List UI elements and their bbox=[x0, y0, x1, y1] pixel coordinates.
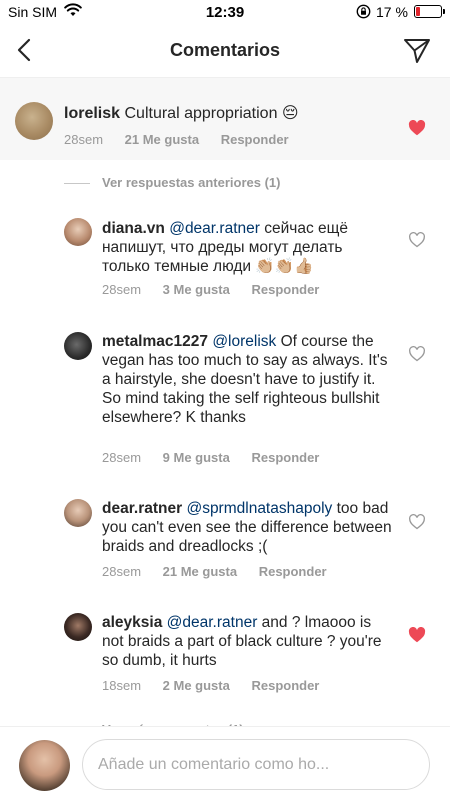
reply-button[interactable]: Responder bbox=[251, 282, 319, 297]
avatar[interactable] bbox=[64, 218, 92, 246]
divider bbox=[64, 183, 90, 185]
status-bar: Sin SIM 12:39 17 % bbox=[0, 0, 450, 24]
main-comment: lorelisk Cultural appropriation 😔 28sem … bbox=[0, 78, 450, 160]
reply-text: aleyksia @dear.ratner and ? lmaooo is no… bbox=[102, 613, 392, 670]
comment-meta: 28sem 21 Me gusta Responder bbox=[64, 132, 307, 147]
reply-time: 28sem bbox=[102, 564, 142, 579]
paper-plane-icon[interactable] bbox=[402, 36, 432, 66]
view-previous-label: Ver respuestas anteriores (1) bbox=[102, 175, 281, 190]
reply-mention[interactable]: @dear.ratner bbox=[169, 220, 260, 237]
reply-likes[interactable]: 3 Me gusta bbox=[163, 282, 230, 297]
comment-likes[interactable]: 21 Me gusta bbox=[125, 132, 199, 147]
reply-button[interactable]: Responder bbox=[221, 132, 289, 147]
reply-text: dear.ratner @sprmdlnatashapoly too bad y… bbox=[102, 499, 392, 556]
avatar[interactable] bbox=[64, 332, 92, 360]
comment-time: 28sem bbox=[64, 132, 104, 147]
battery-percent: 17 % bbox=[376, 4, 408, 20]
comment-emoji: 😔 bbox=[281, 105, 299, 122]
reply-mention[interactable]: @sprmdlnatashapoly bbox=[186, 500, 332, 517]
reply-meta: 28sem 3 Me gusta Responder bbox=[102, 282, 337, 297]
rotation-lock-icon bbox=[356, 4, 371, 22]
reply-meta: 28sem 9 Me gusta Responder bbox=[102, 450, 337, 465]
heart-outline-icon[interactable] bbox=[408, 514, 426, 530]
reply-username[interactable]: metalmac1227 bbox=[102, 333, 208, 350]
comment-composer bbox=[0, 726, 450, 800]
reply-meta: 18sem 2 Me gusta Responder bbox=[102, 678, 337, 693]
avatar[interactable] bbox=[64, 499, 92, 527]
reply-mention[interactable]: @lorelisk bbox=[212, 333, 276, 350]
reply-likes[interactable]: 9 Me gusta bbox=[163, 450, 230, 465]
reply-text: diana.vn @dear.ratner сейчас ещё напишут… bbox=[102, 219, 392, 276]
reply-likes[interactable]: 21 Me gusta bbox=[163, 564, 237, 579]
comment-username[interactable]: lorelisk bbox=[64, 105, 120, 122]
reply-username[interactable]: dear.ratner bbox=[102, 500, 182, 517]
comment-body: Cultural appropriation bbox=[124, 105, 278, 122]
reply-button[interactable]: Responder bbox=[251, 678, 319, 693]
reply-username[interactable]: aleyksia bbox=[102, 614, 162, 631]
list-item: dear.ratner @sprmdlnatashapoly too bad y… bbox=[0, 496, 450, 586]
reply-button[interactable]: Responder bbox=[251, 450, 319, 465]
reply-username[interactable]: diana.vn bbox=[102, 220, 165, 237]
reply-button[interactable]: Responder bbox=[259, 564, 327, 579]
avatar[interactable] bbox=[64, 613, 92, 641]
heart-filled-icon[interactable] bbox=[408, 626, 426, 643]
avatar bbox=[19, 740, 70, 791]
reply-meta: 28sem 21 Me gusta Responder bbox=[102, 564, 345, 579]
reply-text: metalmac1227 @lorelisk Of course the veg… bbox=[102, 332, 392, 427]
reply-time: 28sem bbox=[102, 450, 142, 465]
list-item: metalmac1227 @lorelisk Of course the veg… bbox=[0, 330, 450, 470]
battery-level bbox=[416, 7, 420, 16]
list-item: aleyksia @dear.ratner and ? lmaooo is no… bbox=[0, 610, 450, 700]
reply-time: 18sem bbox=[102, 678, 142, 693]
heart-outline-icon[interactable] bbox=[408, 346, 426, 362]
page-title: Comentarios bbox=[169, 40, 281, 60]
battery-icon bbox=[414, 5, 445, 18]
heart-filled-icon[interactable] bbox=[408, 119, 426, 136]
reply-likes[interactable]: 2 Me gusta bbox=[163, 678, 230, 693]
reply-time: 28sem bbox=[102, 282, 142, 297]
list-item: diana.vn @dear.ratner сейчас ещё напишут… bbox=[0, 215, 450, 305]
nav-bar: Comentarios bbox=[0, 24, 450, 78]
comment-text: lorelisk Cultural appropriation 😔 bbox=[64, 103, 299, 123]
heart-outline-icon[interactable] bbox=[408, 232, 426, 248]
comment-input[interactable] bbox=[82, 739, 430, 790]
reply-mention[interactable]: @dear.ratner bbox=[167, 614, 258, 631]
view-previous-replies[interactable]: Ver respuestas anteriores (1) bbox=[64, 175, 280, 191]
avatar[interactable] bbox=[15, 102, 53, 140]
